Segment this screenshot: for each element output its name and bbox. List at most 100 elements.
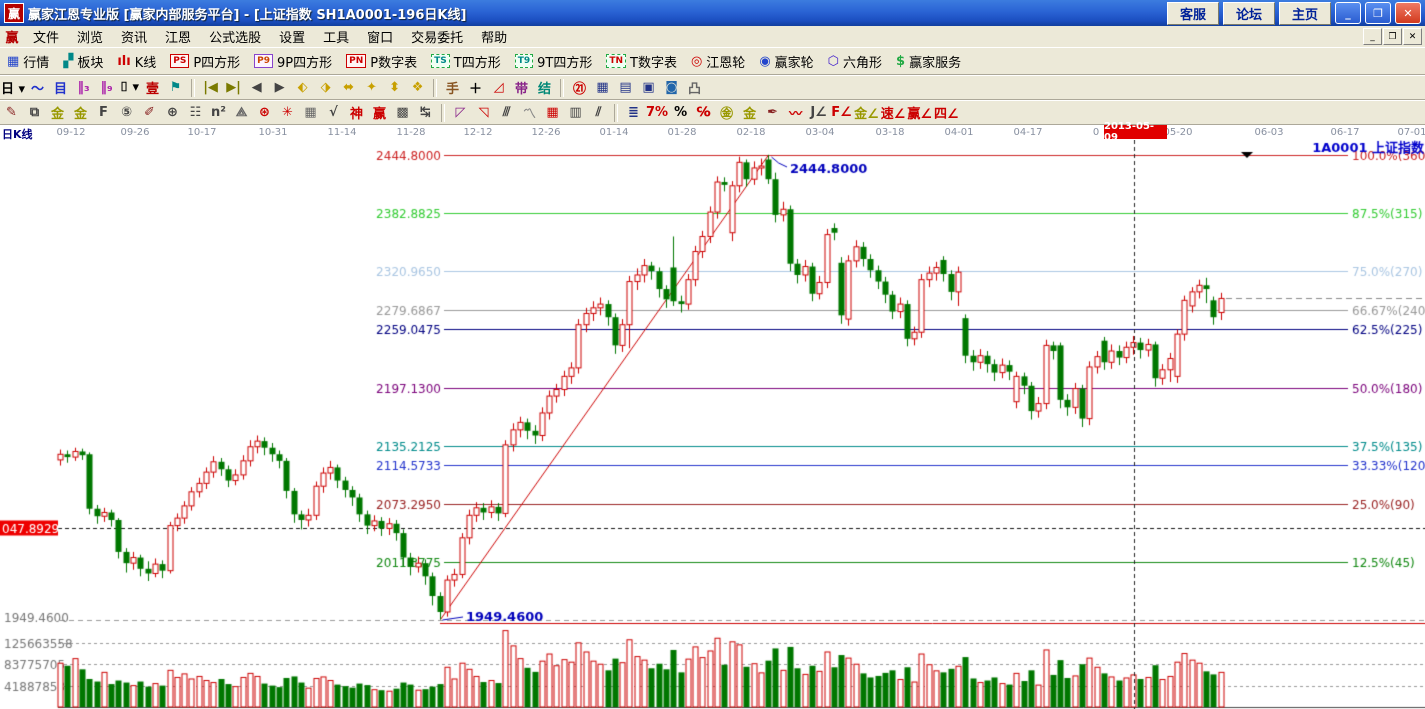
t-square-button[interactable]: TST四方形	[424, 51, 508, 72]
angle-measure-icon[interactable]: ◿	[488, 78, 509, 98]
hand-tool-icon[interactable]: 手	[442, 78, 463, 98]
expand-all-icon[interactable]: ❖	[407, 78, 428, 98]
web-box-tool[interactable]: ▦	[300, 103, 321, 123]
gold-section2-tool[interactable]: 金	[70, 103, 91, 123]
menu-工具[interactable]: 工具	[314, 25, 358, 48]
expand-h-icon[interactable]: ⬌	[338, 78, 359, 98]
ying-tool[interactable]: 赢	[369, 103, 390, 123]
close-button[interactable]: ✕	[1395, 2, 1421, 24]
compress-v-icon[interactable]: ⬍	[384, 78, 405, 98]
prev-bar-button[interactable]: ◀	[246, 78, 267, 98]
menu-文件[interactable]: 文件	[24, 25, 68, 48]
9t-square-button[interactable]: T99T四方形	[508, 51, 600, 72]
gold-angle-tool[interactable]: 金∠	[854, 103, 879, 123]
period-day-button[interactable]: 日 ▾	[1, 78, 25, 98]
winner-wheel-button[interactable]: ◉赢家轮	[752, 51, 820, 72]
spiral-tool[interactable]: ⑤	[116, 103, 137, 123]
p-square-button[interactable]: PSP四方形	[163, 51, 247, 72]
menu-窗口[interactable]: 窗口	[358, 25, 402, 48]
kline-button[interactable]: ılıK线	[110, 51, 163, 72]
compress-h-icon[interactable]: ✦	[361, 78, 382, 98]
printer-icon[interactable]: 凸	[684, 78, 705, 98]
next-bar-button[interactable]: ▶	[269, 78, 290, 98]
volume-flag-icon[interactable]: ⚑	[165, 78, 186, 98]
star-web-tool[interactable]: ✳	[277, 103, 298, 123]
homepage-button[interactable]: 主页	[1279, 2, 1331, 25]
last-bar-button[interactable]: ▶|	[223, 78, 244, 98]
customer-service-button[interactable]: 客服	[1167, 2, 1219, 25]
menu-江恩[interactable]: 江恩	[156, 25, 200, 48]
f-angle-tool[interactable]: F∠	[831, 103, 852, 123]
first-bar-button[interactable]: |◀	[200, 78, 221, 98]
grid-tool[interactable]: ▩	[392, 103, 413, 123]
ying-angle-tool[interactable]: 赢∠	[907, 103, 932, 123]
k-wave-tool[interactable]: √	[323, 103, 344, 123]
menu-帮助[interactable]: 帮助	[472, 25, 516, 48]
kline-chart-canvas[interactable]	[0, 140, 1425, 709]
gold-line-tool[interactable]: 金	[739, 103, 760, 123]
menu-公式选股[interactable]: 公式选股	[200, 25, 270, 48]
pen-tool[interactable]: ✎	[1, 103, 22, 123]
knot-icon[interactable]: 结	[534, 78, 555, 98]
wave-band-tool[interactable]: 〰	[785, 103, 806, 123]
clock-circle-tool[interactable]: ⊕	[162, 103, 183, 123]
winner-service-button[interactable]: $赢家服务	[889, 51, 968, 72]
scribble-icon[interactable]: 〜	[27, 78, 48, 98]
box-fan2-tool[interactable]: ◹	[473, 103, 494, 123]
gann-fan-tool[interactable]: ⊛	[254, 103, 275, 123]
t-table-button[interactable]: TNT数字表	[599, 51, 684, 72]
pan-right-icon[interactable]: ⬗	[315, 78, 336, 98]
candle-style-button[interactable]: ⌷ ▾	[119, 78, 140, 98]
net-disk-icon[interactable]: ◙	[661, 78, 682, 98]
hexagon-button[interactable]: ⬡六角形	[821, 51, 889, 72]
calendar-21-icon[interactable]: ㉑	[569, 78, 590, 98]
brush-tool[interactable]: ✐	[139, 103, 160, 123]
p-table-button[interactable]: PNP数字表	[339, 51, 424, 72]
restore-button[interactable]: ❐	[1365, 2, 1391, 24]
four-angle-tool[interactable]: 四∠	[934, 103, 959, 123]
forum-button[interactable]: 论坛	[1223, 2, 1275, 25]
pan-left-icon[interactable]: ⬖	[292, 78, 313, 98]
bars3-icon[interactable]: ‖₃	[73, 78, 94, 98]
speed-angle-tool[interactable]: 速∠	[881, 103, 906, 123]
9p-square-button[interactable]: P99P四方形	[247, 51, 339, 72]
red-grid-tool[interactable]: ▦	[542, 103, 563, 123]
gann-wheel-button[interactable]: ◎江恩轮	[684, 51, 752, 72]
quote-button[interactable]: ▦行情	[0, 51, 56, 72]
notepad-icon[interactable]: ▤	[615, 78, 636, 98]
menu-浏览[interactable]: 浏览	[68, 25, 112, 48]
f-ladder-tool[interactable]: F	[93, 103, 114, 123]
box-fan-tool[interactable]: ◸	[450, 103, 471, 123]
j-angle-tool[interactable]: J∠	[808, 103, 829, 123]
bars9-icon[interactable]: ‖₉	[96, 78, 117, 98]
ladder-tool[interactable]: ☷	[185, 103, 206, 123]
mdi-minimize-button[interactable]: _	[1363, 28, 1382, 45]
menu-交易委托[interactable]: 交易委托	[402, 25, 472, 48]
yi-red-icon[interactable]: 壹	[142, 78, 163, 98]
flag-pen-tool[interactable]: ✒	[762, 103, 783, 123]
gold-section-tool[interactable]: 金	[47, 103, 68, 123]
menu-资讯[interactable]: 资讯	[112, 25, 156, 48]
ribbon-icon[interactable]: 带	[511, 78, 532, 98]
parallel-lines-tool[interactable]: ⫽	[588, 103, 609, 123]
sector-button[interactable]: ▞板块	[56, 51, 110, 72]
zigzag-tool[interactable]: 〽	[519, 103, 540, 123]
shen-tool[interactable]: 神	[346, 103, 367, 123]
minimize-button[interactable]: _	[1335, 2, 1361, 24]
crosshair-icon[interactable]: ＋	[465, 78, 486, 98]
hatch-tool[interactable]: ⧉	[24, 103, 45, 123]
mdi-restore-button[interactable]: ❐	[1383, 28, 1402, 45]
stats-panel-tool[interactable]: ≣	[623, 103, 644, 123]
n2-tool[interactable]: n²	[208, 103, 229, 123]
percent-tool[interactable]: %	[670, 103, 691, 123]
box-grid-tool[interactable]: ▥	[565, 103, 586, 123]
mirror-angle-tool[interactable]: ⟁	[231, 103, 252, 123]
calculator-icon[interactable]: ▦	[592, 78, 613, 98]
mdi-close-button[interactable]: ✕	[1403, 28, 1422, 45]
percent7-tool[interactable]: 7%	[646, 103, 668, 123]
save-icon[interactable]: ▣	[638, 78, 659, 98]
span-arrow-tool[interactable]: ↹	[415, 103, 436, 123]
rays-tool[interactable]: ⫻	[496, 103, 517, 123]
percent-line-tool[interactable]: ℅	[693, 103, 714, 123]
gold-circle-tool[interactable]: ㊎	[716, 103, 737, 123]
